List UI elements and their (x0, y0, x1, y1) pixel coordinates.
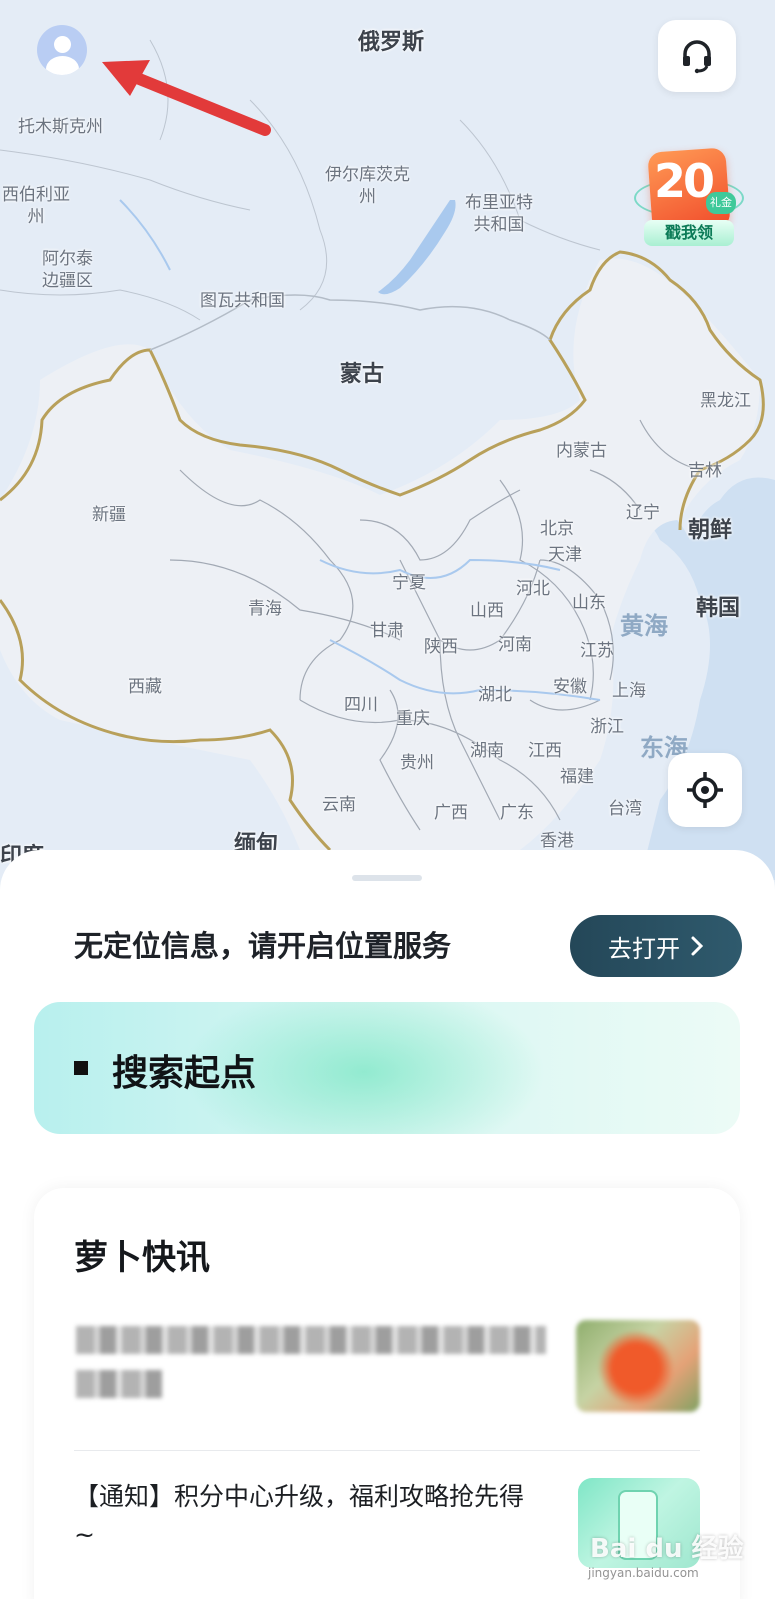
bottom-sheet[interactable]: 无定位信息，请开启位置服务 去打开 搜索起点 萝卜快讯 【通知】积分中心升级，福… (0, 850, 775, 1599)
avatar-body-icon (46, 56, 79, 75)
news-item-2-text: 【通知】积分中心升级，福利攻略抢先得~ (74, 1482, 525, 1549)
map-label-chongqing: 重庆 (396, 709, 430, 729)
news-title: 萝卜快讯 (74, 1238, 210, 1278)
map-label-hongkong: 香港 (540, 831, 574, 851)
watermark-brand: Bai du 经验 (590, 1534, 744, 1564)
map-label-shanghai: 上海 (612, 681, 646, 701)
coupon-amount: 20 (654, 154, 715, 208)
start-point-icon (74, 1061, 88, 1075)
map-label-jiangsu: 江苏 (580, 641, 614, 661)
map-label-altai: 阿尔泰 边疆区 (42, 249, 93, 291)
map-label-ningxia: 宁夏 (392, 573, 426, 593)
customer-service-button[interactable] (658, 20, 736, 92)
avatar-button[interactable] (37, 25, 87, 75)
news-divider (74, 1450, 700, 1451)
map-label-sichuan: 四川 (344, 695, 378, 715)
open-location-button[interactable]: 去打开 (570, 915, 742, 977)
map-label-buryatia: 布里亚特 共和国 (465, 193, 533, 235)
map-label-heilongjiang: 黑龙江 (700, 391, 751, 411)
map-label-yunnan: 云南 (322, 795, 356, 815)
map-label-taiwan: 台湾 (608, 799, 642, 819)
map-label-guangxi: 广西 (434, 803, 468, 823)
headset-icon (683, 40, 711, 74)
map-label-irkutsk: 伊尔库茨克 州 (325, 165, 410, 207)
map-label-shandong: 山东 (572, 593, 606, 613)
coupon-tag: 礼金 (706, 192, 736, 214)
coupon-cta: 戳我领 (644, 220, 734, 246)
open-button-label: 去打开 (608, 934, 680, 963)
map-label-nkorea: 朝鲜 (688, 518, 733, 543)
map-label-neimenggu: 内蒙古 (556, 441, 607, 461)
map-label-guangdong: 广东 (500, 803, 534, 823)
map-label-guizhou: 贵州 (400, 753, 434, 773)
map-label-jilin: 吉林 (688, 461, 722, 481)
location-message: 无定位信息，请开启位置服务 (74, 929, 452, 963)
locate-button[interactable] (668, 753, 742, 827)
map-label-qinghai: 青海 (248, 599, 282, 619)
map-label-xizang: 西藏 (128, 677, 162, 697)
sheet-grabber[interactable] (352, 875, 422, 881)
map-label-xinjiang: 新疆 (92, 505, 126, 525)
crosshair-icon (687, 772, 723, 808)
avatar-head-icon (54, 36, 71, 53)
map-label-gansu: 甘肃 (370, 621, 404, 641)
coupon-promo[interactable]: 20 礼金 戳我领 (634, 147, 744, 250)
map-label-hubei: 湖北 (478, 685, 512, 705)
map-label-anhui: 安徽 (553, 677, 587, 697)
map-label-mongolia: 蒙古 (340, 362, 385, 387)
map-label-zhejiang: 浙江 (590, 717, 624, 737)
chevron-right-icon (691, 936, 704, 956)
map-label-shaanxi: 陕西 (424, 637, 458, 657)
map-label-hebei: 河北 (516, 579, 550, 599)
watermark-url: jingyan.baidu.com (588, 1566, 699, 1580)
map-label-henan: 河南 (498, 635, 532, 655)
map-label-tianjin: 天津 (548, 545, 582, 565)
news-item-1-text-blurred-2 (76, 1370, 162, 1398)
map-view[interactable]: 俄罗斯 托木斯克州 伊尔库茨克 州布里亚特 共和国 西伯利亚 州阿尔泰 边疆区 图瓦共和… (0, 0, 775, 880)
map-label-yellowsea: 黄海 (620, 612, 668, 640)
map-label-jiangxi: 江西 (528, 741, 562, 761)
map-label-liaoning: 辽宁 (626, 503, 660, 523)
map-label-shanxi: 山西 (470, 601, 504, 621)
red-arrow-annotation (102, 60, 271, 136)
map-label-tuva: 图瓦共和国 (200, 291, 285, 311)
map-label-beijing: 北京 (540, 519, 574, 539)
map-label-hunan: 湖南 (470, 741, 504, 761)
search-start-label: 搜索起点 (112, 1053, 257, 1094)
map-label-skorea: 韩国 (696, 596, 741, 621)
map-label-russia: 俄罗斯 (358, 30, 425, 55)
news-item-1-thumbnail (576, 1320, 700, 1412)
map-label-fujian: 福建 (560, 767, 594, 787)
news-item-1-text-blurred (76, 1326, 546, 1354)
map-label-w-siberia: 西伯利亚 州 (2, 185, 70, 227)
search-start-field[interactable]: 搜索起点 (34, 1002, 740, 1134)
